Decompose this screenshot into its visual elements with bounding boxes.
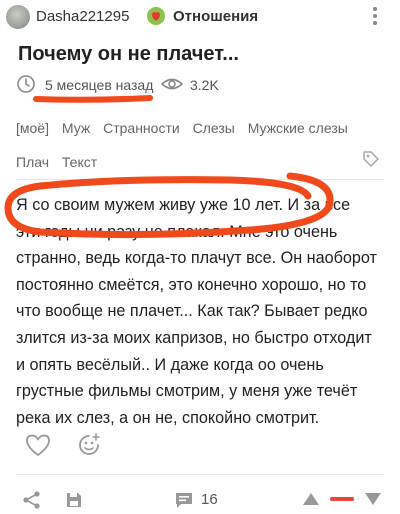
rating-bar	[330, 497, 354, 501]
clock-icon	[17, 75, 35, 93]
eye-icon	[161, 78, 183, 90]
tag-item[interactable]: Плач	[16, 154, 49, 170]
underline-annotation	[33, 95, 153, 103]
body-line: что вообще не плачет... Как так? Бывает …	[16, 302, 368, 321]
tag-icon[interactable]	[362, 150, 380, 168]
view-count: 3.2K	[190, 77, 219, 93]
body-line: Я со своим мужем живу уже 10 лет. И за в…	[16, 196, 351, 214]
body-line: странно, ведь когда-то плачут все. Он на…	[16, 249, 377, 268]
share-icon[interactable]	[22, 490, 42, 510]
comment-count[interactable]: 16	[201, 491, 218, 508]
save-icon[interactable]	[64, 490, 84, 510]
body-line: река их слез, а он не, спокойно смотрит.	[16, 408, 320, 427]
tag-item[interactable]: Странности	[103, 120, 180, 136]
arrow-down-icon[interactable]	[364, 492, 382, 506]
tag-item[interactable]: Текст	[62, 154, 97, 170]
tags-list: [моё] Муж Странности Слезы Мужские слезы	[16, 120, 357, 136]
category-icon	[147, 7, 165, 25]
tag-item[interactable]: Мужские слезы	[248, 120, 348, 136]
tag-item[interactable]: [моё]	[16, 120, 49, 136]
avatar[interactable]	[6, 5, 30, 29]
more-icon[interactable]	[372, 6, 378, 26]
body-line: злится из-за моих капризов, но быстро от…	[16, 328, 372, 347]
post-body: Я со своим мужем живу уже 10 лет. И за в…	[16, 192, 388, 431]
comment-icon[interactable]	[174, 490, 194, 510]
category-link[interactable]: Отношения	[173, 8, 258, 25]
tags-list-row2: Плач Текст	[16, 154, 106, 170]
arrow-up-icon[interactable]	[302, 492, 320, 506]
body-line: эти годы ни разу не плакал. Мне это очен…	[16, 222, 338, 241]
reaction-icon[interactable]	[76, 432, 102, 458]
post-time: 5 месяцев назад	[45, 77, 154, 93]
tag-item[interactable]: Слезы	[193, 120, 235, 136]
post-title[interactable]: Почему он не плачет...	[18, 43, 239, 66]
divider	[16, 474, 384, 475]
body-line: грустные фильмы смотрим, у меня уже течё…	[16, 382, 358, 401]
author-name[interactable]: Dasha221295	[36, 8, 129, 25]
body-line: и опять весёлый.. И даже когда оо очень	[16, 355, 324, 374]
divider	[16, 179, 384, 180]
heart-icon[interactable]	[24, 432, 52, 458]
body-line: постоянно смеётся, это конечно хорошо, н…	[16, 275, 367, 294]
tag-item[interactable]: Муж	[62, 120, 90, 136]
